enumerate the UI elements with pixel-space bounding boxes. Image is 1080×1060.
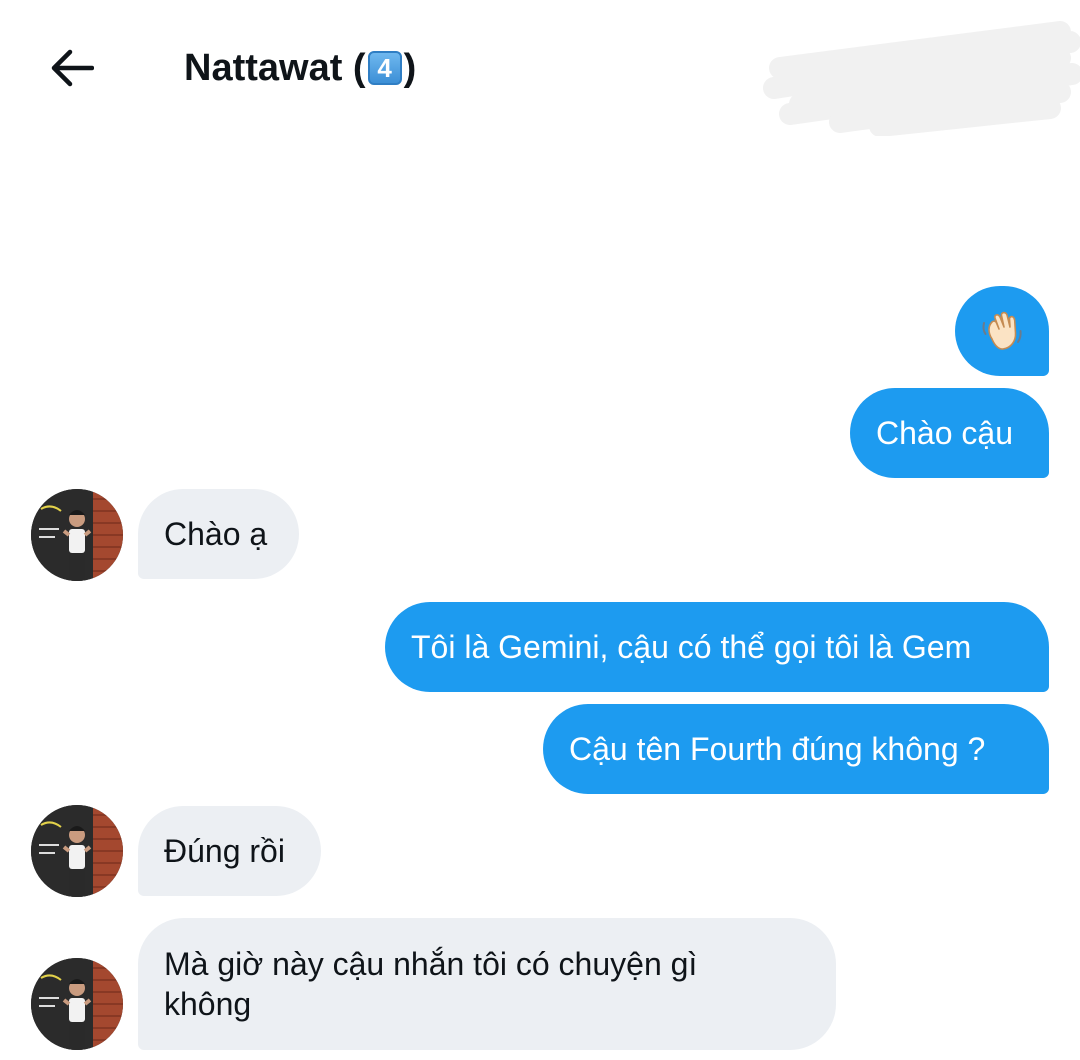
redacted-area [763, 21, 1080, 136]
outgoing-message-emoji[interactable] [955, 286, 1049, 376]
title-close-paren: ) [403, 46, 417, 89]
incoming-message[interactable]: Đúng rồi [138, 806, 321, 896]
conversation-title[interactable]: Nattawat (4) [184, 40, 416, 96]
message-text: Tôi là Gemini, cậu có thể gọi tôi là Gem [411, 629, 972, 665]
outgoing-message[interactable]: Chào cậu [850, 388, 1049, 478]
chat-header: Nattawat (4) [0, 0, 1080, 136]
back-button[interactable] [40, 36, 104, 100]
outgoing-message[interactable]: Cậu tên Fourth đúng không ? [543, 704, 1049, 794]
incoming-message[interactable]: Mà giờ này cậu nhắn tôi có chuyện gì khô… [138, 918, 836, 1050]
message-text: Cậu tên Fourth đúng không ? [569, 731, 986, 767]
keycap-four-emoji: 4 [367, 51, 402, 85]
outgoing-message[interactable]: Tôi là Gemini, cậu có thể gọi tôi là Gem [385, 602, 1049, 692]
avatar-photo [31, 958, 123, 1050]
contact-avatar[interactable] [31, 489, 123, 581]
message-text: Mà giờ này cậu nhắn tôi có chuyện gì khô… [164, 946, 698, 1022]
message-text: Chào ạ [164, 516, 268, 552]
chat-screen: Nattawat (4) Chào cậu Chào ạ Tôi là Gemi… [0, 0, 1080, 1060]
avatar-photo [31, 805, 123, 897]
avatar-photo [31, 489, 123, 581]
message-text: Chào cậu [876, 415, 1013, 451]
contact-avatar[interactable] [31, 805, 123, 897]
incoming-message[interactable]: Chào ạ [138, 489, 299, 579]
waving-hand-icon [982, 311, 1022, 350]
message-text: Đúng rồi [164, 833, 285, 869]
contact-name: Nattawat ( [184, 46, 366, 89]
arrow-left-icon [51, 49, 94, 87]
contact-avatar[interactable] [31, 958, 123, 1050]
